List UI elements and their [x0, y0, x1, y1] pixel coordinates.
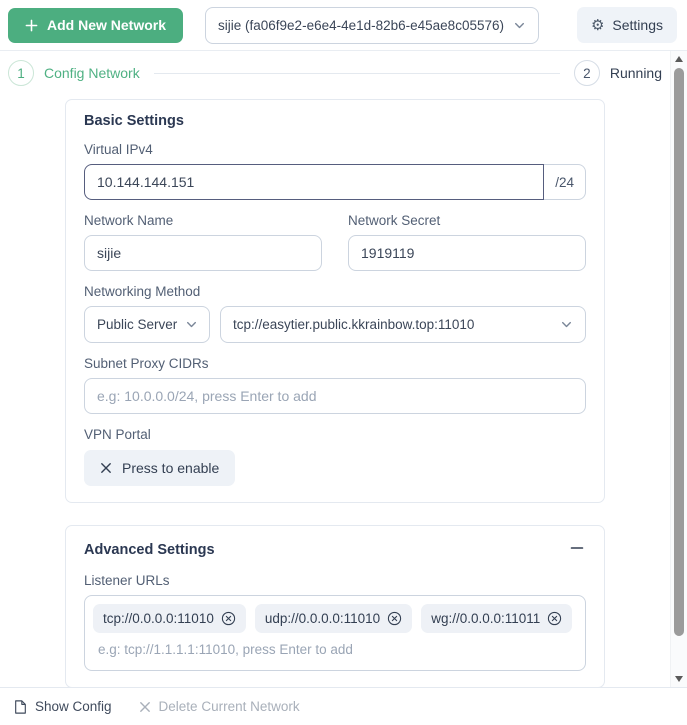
settings-button[interactable]: ⚙ Settings — [576, 7, 677, 43]
add-new-network-label: Add New Network — [47, 17, 167, 33]
listener-chips: tcp://0.0.0.0:11010 udp://0.0.0.0:11010 — [93, 604, 577, 633]
chevron-down-icon — [185, 318, 198, 331]
network-select-value: sijie (fa06f9e2-e6e4-4e1d-82b6-e45ae8c05… — [218, 17, 504, 33]
listener-chip-label: wg://0.0.0.0:11011 — [431, 611, 541, 626]
listener-url-input[interactable]: e.g: tcp://1.1.1.1:11010, press Enter to… — [93, 633, 577, 664]
stepper: 1 Config Network 2 Running — [0, 51, 670, 86]
virtual-ipv4-group: /24 — [84, 164, 586, 200]
step-2-circle: 2 — [573, 60, 600, 86]
collapse-advanced-button[interactable] — [568, 539, 586, 560]
virtual-ipv4-prefix-addon: /24 — [544, 164, 586, 200]
x-icon — [100, 462, 112, 474]
circle-x-icon[interactable] — [547, 611, 562, 626]
listener-chip-label: tcp://0.0.0.0:11010 — [103, 611, 214, 626]
listener-chip: wg://0.0.0.0:11011 — [421, 604, 573, 633]
show-config-button[interactable]: Show Config — [14, 699, 112, 714]
basic-settings-title: Basic Settings — [84, 113, 184, 129]
step-2-label: Running — [609, 65, 662, 81]
network-name-label: Network Name — [84, 213, 174, 228]
chevron-down-icon — [513, 19, 526, 32]
network-select[interactable]: sijie (fa06f9e2-e6e4-4e1d-82b6-e45ae8c05… — [205, 6, 540, 44]
stepper-connector — [153, 72, 560, 74]
listener-chip: udp://0.0.0.0:11010 — [254, 604, 413, 633]
footer-bar: Show Config Delete Current Network — [0, 687, 687, 725]
add-new-network-button[interactable]: Add New Network — [8, 7, 184, 43]
step-1-circle: 1 — [8, 60, 34, 86]
scrollbar-thumb[interactable] — [674, 68, 684, 636]
vpn-portal-button-label: Press to enable — [122, 460, 220, 476]
advanced-settings-title: Advanced Settings — [84, 541, 215, 558]
public-server-select[interactable]: tcp://easytier.public.kkrainbow.top:1101… — [220, 306, 586, 343]
step-1-label: Config Network — [44, 65, 140, 81]
scroll-up-icon[interactable] — [671, 51, 687, 67]
networking-method-label: Networking Method — [84, 284, 201, 299]
main-content: 1 Config Network 2 Running Basic Setting… — [0, 51, 670, 687]
virtual-ipv4-input[interactable] — [84, 164, 545, 200]
step-running[interactable]: 2 Running — [573, 60, 662, 86]
show-config-label: Show Config — [35, 699, 112, 714]
delete-current-network-button[interactable]: Delete Current Network — [139, 699, 300, 714]
subnet-proxy-input[interactable] — [84, 378, 586, 414]
plus-icon — [25, 19, 38, 32]
listener-urls-box: tcp://0.0.0.0:11010 udp://0.0.0.0:11010 — [84, 595, 586, 671]
delete-current-network-label: Delete Current Network — [158, 699, 300, 714]
gear-icon: ⚙ — [590, 16, 605, 34]
virtual-ipv4-label: Virtual IPv4 — [84, 142, 153, 157]
cards-column: Basic Settings Virtual IPv4 /24 Network … — [65, 99, 605, 687]
file-config-icon — [14, 699, 27, 714]
networking-method-select[interactable]: Public Server — [84, 306, 210, 343]
basic-settings-card: Basic Settings Virtual IPv4 /24 Network … — [65, 99, 605, 503]
step-config-network[interactable]: 1 Config Network — [8, 60, 140, 86]
circle-x-icon[interactable] — [221, 611, 236, 626]
subnet-proxy-label: Subnet Proxy CIDRs — [84, 356, 209, 371]
listener-urls-label: Listener URLs — [84, 573, 170, 588]
x-icon — [139, 701, 151, 713]
network-secret-label: Network Secret — [348, 213, 441, 228]
circle-x-icon[interactable] — [387, 611, 402, 626]
networking-method-row: Public Server tcp://easytier.public.kkra… — [84, 306, 586, 343]
listener-chip: tcp://0.0.0.0:11010 — [93, 604, 246, 633]
vpn-portal-label: VPN Portal — [84, 427, 151, 442]
minus-icon — [570, 541, 584, 558]
listener-chip-label: udp://0.0.0.0:11010 — [264, 611, 381, 626]
settings-label: Settings — [612, 17, 663, 33]
vertical-scrollbar — [670, 51, 687, 687]
header-bar: Add New Network sijie (fa06f9e2-e6e4-4e1… — [0, 0, 687, 51]
scroll-area: 1 Config Network 2 Running Basic Setting… — [0, 51, 687, 687]
network-name-input[interactable] — [84, 235, 322, 271]
networking-method-value: Public Server — [97, 317, 178, 332]
network-secret-input[interactable] — [348, 235, 586, 271]
chevron-down-icon — [560, 318, 573, 331]
scroll-down-icon[interactable] — [671, 671, 687, 687]
public-server-value: tcp://easytier.public.kkrainbow.top:1101… — [233, 317, 475, 332]
advanced-settings-card: Advanced Settings Listener URLs tcp://0.… — [65, 525, 605, 687]
vpn-portal-enable-button[interactable]: Press to enable — [84, 450, 236, 486]
